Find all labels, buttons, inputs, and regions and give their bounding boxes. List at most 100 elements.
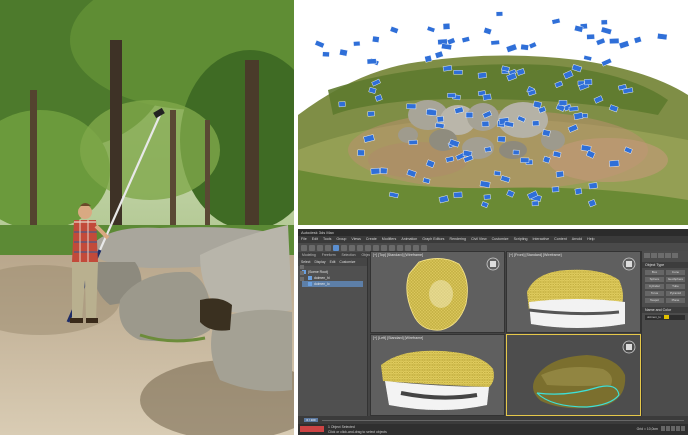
previous-frame-icon[interactable] bbox=[666, 426, 670, 431]
menu-item[interactable]: Tools bbox=[323, 236, 331, 243]
object-name-field[interactable]: dolmen_lo bbox=[645, 315, 685, 320]
scene-tab[interactable]: Edit bbox=[330, 260, 336, 264]
menu-item[interactable]: Animation bbox=[401, 236, 417, 243]
hierarchy-tab-icon[interactable] bbox=[658, 253, 664, 258]
primitive-button[interactable]: Cylinder bbox=[645, 284, 664, 289]
primitive-button[interactable]: Torus bbox=[645, 291, 664, 296]
viewcube-icon[interactable] bbox=[622, 257, 636, 271]
camera-marker bbox=[424, 54, 433, 63]
status-bar: 1 Object Selected Click or click-and-dra… bbox=[298, 424, 688, 435]
undo-icon[interactable] bbox=[301, 244, 307, 251]
viewport-left[interactable]: [+] [Left] [Standard] [Wireframe] bbox=[370, 334, 505, 416]
camera-marker bbox=[609, 159, 620, 168]
angle-snap-icon[interactable] bbox=[381, 244, 387, 251]
menu-item[interactable]: Modifiers bbox=[382, 236, 397, 243]
menu-item[interactable]: Graph Editors bbox=[422, 236, 444, 243]
create-tab-icon[interactable] bbox=[644, 253, 650, 258]
camera-marker bbox=[490, 39, 500, 46]
camera-marker bbox=[442, 23, 451, 30]
camera-marker bbox=[555, 170, 565, 178]
rollout-name-and-color[interactable]: Name and Color bbox=[642, 307, 688, 313]
link-icon[interactable] bbox=[317, 244, 323, 251]
camera-marker bbox=[551, 186, 560, 193]
scale-icon[interactable] bbox=[365, 244, 371, 251]
camera-marker bbox=[442, 65, 453, 72]
menu-item[interactable]: Customize bbox=[492, 236, 509, 243]
menu-item[interactable]: Help bbox=[587, 236, 594, 243]
status-text: 1 Object Selected Click or click-and-dra… bbox=[328, 425, 387, 434]
primitive-button[interactable]: Plane bbox=[666, 298, 685, 303]
time-slider[interactable]: 0 / 100 bbox=[304, 418, 318, 422]
render-icon[interactable] bbox=[421, 244, 427, 251]
play-icon[interactable] bbox=[671, 426, 675, 431]
layout-tool-icon[interactable] bbox=[300, 265, 304, 269]
menu-item[interactable]: Arnold bbox=[572, 236, 582, 243]
menu-item[interactable]: Civil View bbox=[471, 236, 487, 243]
scene-tab[interactable]: Display bbox=[314, 260, 325, 264]
primitive-button[interactable]: Box bbox=[645, 270, 664, 275]
menu-bar: File Edit Tools Group Views Create Modif… bbox=[298, 236, 688, 243]
object-color-swatch[interactable] bbox=[663, 315, 669, 320]
next-frame-icon[interactable] bbox=[676, 426, 680, 431]
field-photo bbox=[0, 0, 294, 435]
menu-item[interactable]: Edit bbox=[312, 236, 318, 243]
viewport-front[interactable]: [+] [Front] [Standard] [Wireframe] bbox=[506, 251, 641, 333]
menu-item[interactable]: Create bbox=[366, 236, 377, 243]
photogrammetry-point-cloud bbox=[298, 0, 688, 225]
camera-marker bbox=[657, 33, 668, 41]
primitive-button[interactable]: Sphere bbox=[645, 277, 664, 282]
scene-tab[interactable]: Customize bbox=[339, 260, 355, 264]
camera-marker bbox=[353, 41, 361, 47]
viewport-layout-tools bbox=[299, 263, 305, 283]
mesh-object-icon bbox=[308, 282, 312, 286]
primitive-button[interactable]: Pyramid bbox=[666, 291, 685, 296]
menu-item[interactable]: Interactive bbox=[533, 236, 550, 243]
render-setup-icon[interactable] bbox=[413, 244, 419, 251]
layout-tool-icon[interactable] bbox=[300, 277, 304, 281]
viewport-perspective[interactable]: [+] [Perspective] [Standard] [Default Sh… bbox=[506, 334, 641, 416]
align-icon[interactable] bbox=[397, 244, 403, 251]
rotate-icon[interactable] bbox=[357, 244, 363, 251]
camera-marker bbox=[477, 72, 487, 79]
material-editor-icon[interactable] bbox=[405, 244, 411, 251]
camera-marker bbox=[339, 48, 348, 57]
menu-item[interactable]: Scripting bbox=[514, 236, 528, 243]
camera-marker bbox=[558, 100, 568, 106]
mirror-icon[interactable] bbox=[389, 244, 395, 251]
viewcube-icon[interactable] bbox=[486, 257, 500, 271]
go-to-start-icon[interactable] bbox=[661, 426, 665, 431]
select-by-name-icon[interactable] bbox=[341, 244, 347, 251]
select-object-icon[interactable] bbox=[333, 244, 339, 251]
display-tab-icon[interactable] bbox=[672, 253, 678, 258]
camera-marker bbox=[367, 111, 375, 117]
menu-item[interactable]: Views bbox=[351, 236, 361, 243]
menu-item[interactable]: File bbox=[301, 236, 307, 243]
camera-marker bbox=[408, 139, 418, 145]
camera-marker bbox=[574, 187, 583, 195]
layout-tool-icon[interactable] bbox=[300, 271, 304, 275]
primitive-button[interactable]: Tube bbox=[666, 284, 685, 289]
camera-marker bbox=[531, 200, 539, 207]
scene-item-dolmen-lo[interactable]: dolmen_lo bbox=[302, 281, 363, 287]
snap-icon[interactable] bbox=[373, 244, 379, 251]
scene-explorer-tabs: Select Display Edit Customize bbox=[298, 258, 367, 266]
go-to-end-icon[interactable] bbox=[681, 426, 685, 431]
motion-tab-icon[interactable] bbox=[665, 253, 671, 258]
unlink-icon[interactable] bbox=[325, 244, 331, 251]
camera-marker bbox=[371, 35, 380, 43]
primitive-button[interactable]: Cone bbox=[666, 270, 685, 275]
modify-tab-icon[interactable] bbox=[651, 253, 657, 258]
menu-item[interactable]: Rendering bbox=[449, 236, 466, 243]
menu-item[interactable]: Content bbox=[554, 236, 567, 243]
camera-marker bbox=[465, 112, 474, 119]
primitive-button[interactable]: Teapot bbox=[645, 298, 664, 303]
viewport-top[interactable]: [+] [Top] [Standard] [Wireframe] bbox=[370, 251, 505, 333]
redo-icon[interactable] bbox=[309, 244, 315, 251]
menu-item[interactable]: Group bbox=[336, 236, 346, 243]
object-name-value: dolmen_lo bbox=[647, 315, 661, 319]
camera-marker bbox=[441, 43, 453, 51]
move-icon[interactable] bbox=[349, 244, 355, 251]
primitive-button[interactable]: GeoSphere bbox=[666, 277, 685, 282]
maxscript-listener-button[interactable] bbox=[300, 426, 324, 432]
camera-marker bbox=[484, 146, 492, 153]
